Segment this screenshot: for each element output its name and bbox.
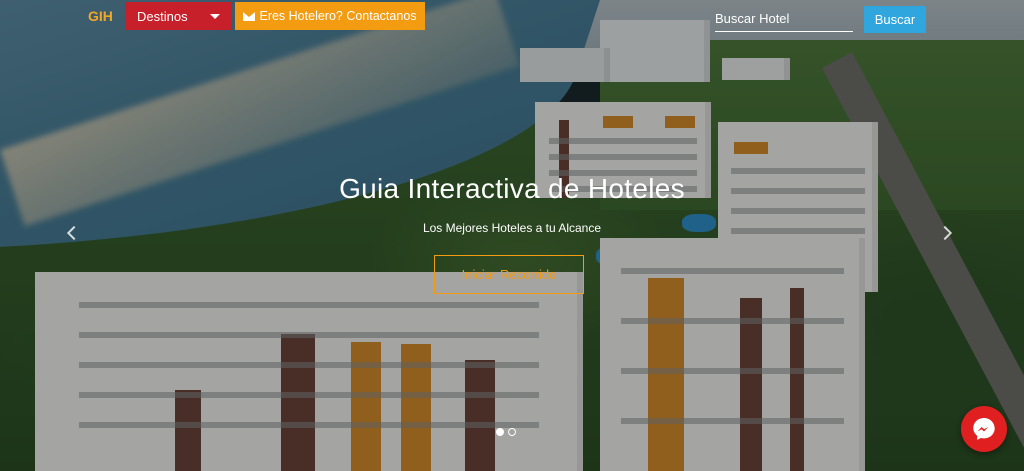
messenger-chat-button[interactable]: [961, 406, 1007, 452]
search-button[interactable]: Buscar: [864, 6, 926, 33]
envelope-icon: [243, 11, 256, 21]
brand-logo[interactable]: GIH: [88, 8, 113, 24]
caret-down-icon: [210, 14, 220, 19]
hero-subtitle: Los Mejores Hoteles a tu Alcance: [422, 221, 602, 235]
search-hotel-input[interactable]: [715, 6, 853, 32]
carousel-dot[interactable]: [508, 428, 516, 436]
hotelier-contact-label: Eres Hotelero? Contactanos: [259, 9, 417, 23]
carousel-indicators: [496, 428, 516, 436]
messenger-icon: [973, 418, 995, 440]
destinations-label: Destinos: [137, 8, 188, 24]
destinations-dropdown[interactable]: Destinos: [125, 2, 232, 30]
start-tour-button[interactable]: Iniciar Recorrido: [434, 255, 584, 294]
navbar: GIH Destinos Eres Hotelero? Contactanos …: [0, 0, 1024, 36]
hero-title: Guia Interactiva de Hoteles: [339, 173, 685, 204]
hero-background-image: [0, 0, 1024, 471]
image-dark-overlay: [0, 0, 1024, 471]
hotelier-contact-button[interactable]: Eres Hotelero? Contactanos: [235, 2, 425, 30]
carousel-dot[interactable]: [496, 428, 504, 436]
